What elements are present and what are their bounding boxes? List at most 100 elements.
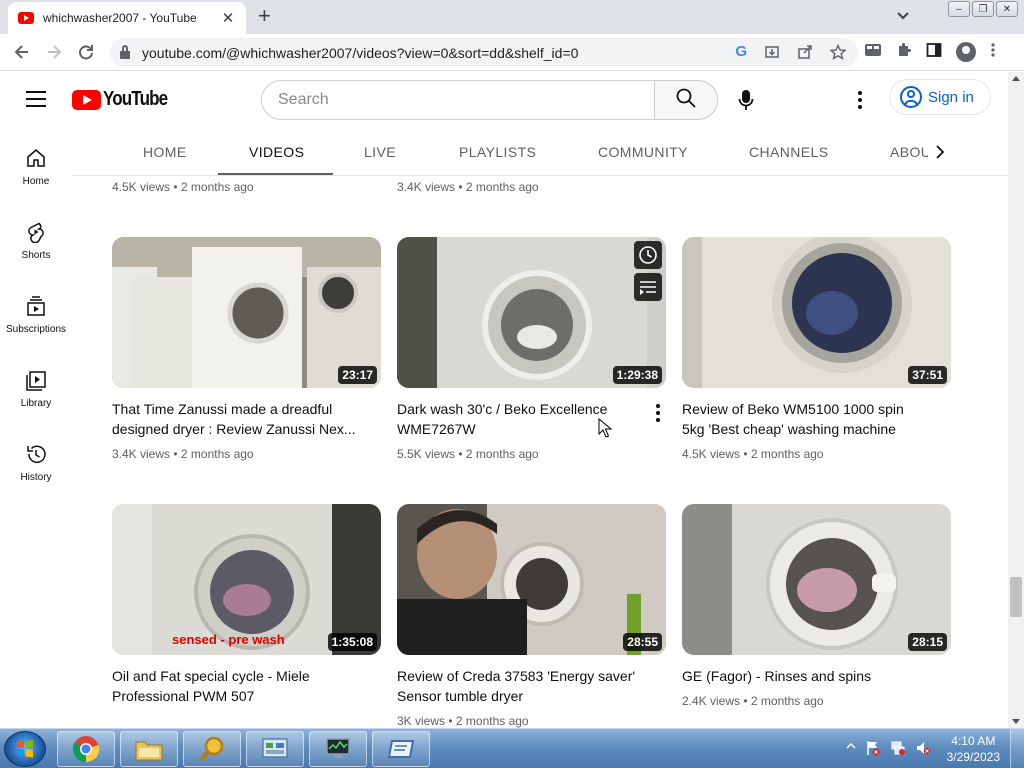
logo-text: YouTube bbox=[103, 88, 168, 110]
video-thumbnail[interactable]: 28:15 bbox=[682, 504, 951, 655]
video-grid: 4.5K views • 2 months ago 3.4K views • 2… bbox=[72, 176, 1008, 728]
search-button[interactable] bbox=[654, 80, 718, 120]
search-placeholder: Search bbox=[278, 91, 329, 108]
video-title[interactable]: Review of Creda 37583 'Energy saver' Sen… bbox=[397, 666, 642, 706]
video-duration: 1:35:08 bbox=[327, 633, 377, 651]
bookmark-star-icon[interactable] bbox=[829, 43, 847, 63]
mini-guide: Home Shorts Subscriptions Library Histor… bbox=[0, 128, 72, 728]
search-input[interactable]: Search bbox=[261, 80, 655, 120]
omnibox-actions: G bbox=[735, 43, 847, 63]
extensions-puzzle-icon[interactable] bbox=[896, 42, 912, 62]
show-hidden-icons-icon[interactable] bbox=[846, 740, 856, 759]
taskbar-explorer-button[interactable] bbox=[120, 731, 178, 767]
video-title[interactable]: That Time Zanussi made a dreadful design… bbox=[112, 399, 357, 439]
video-meta: 3.4K views • 2 months ago bbox=[397, 180, 539, 194]
tab-playlists[interactable]: PLAYLISTS bbox=[459, 128, 536, 175]
tab-community[interactable]: COMMUNITY bbox=[598, 128, 688, 175]
video-thumbnail[interactable]: 37:51 bbox=[682, 237, 951, 388]
guide-item-home[interactable]: Home bbox=[0, 128, 72, 198]
monitor-icon bbox=[326, 738, 350, 758]
video-thumbnail[interactable]: 1:29:38 bbox=[397, 237, 666, 388]
youtube-logo[interactable]: YouTube bbox=[72, 88, 179, 111]
video-duration: 28:15 bbox=[908, 633, 947, 651]
add-to-queue-icon[interactable] bbox=[634, 273, 662, 301]
install-app-icon[interactable] bbox=[764, 44, 780, 63]
video-thumbnail[interactable]: 23:17 bbox=[112, 237, 381, 388]
share-icon[interactable] bbox=[797, 44, 813, 63]
side-panel-icon[interactable] bbox=[926, 42, 942, 62]
video-thumbnail[interactable]: sensed - pre wash 1:35:08 bbox=[112, 504, 381, 655]
video-title[interactable]: GE (Fagor) - Rinses and spins bbox=[682, 666, 927, 686]
volume-muted-icon[interactable] bbox=[915, 740, 931, 759]
google-lens-icon[interactable]: G bbox=[735, 44, 747, 63]
video-thumbnail[interactable]: 28:55 bbox=[397, 504, 666, 655]
show-desktop-button[interactable] bbox=[1010, 729, 1024, 768]
restore-button[interactable]: ❐ bbox=[972, 1, 994, 17]
chevron-right-icon[interactable] bbox=[928, 140, 952, 164]
guide-label: Shorts bbox=[21, 250, 51, 261]
back-arrow-icon[interactable] bbox=[12, 42, 32, 66]
start-button[interactable] bbox=[4, 731, 46, 767]
close-tab-icon[interactable]: ✕ bbox=[220, 9, 236, 27]
taskbar-chrome-button[interactable] bbox=[57, 731, 115, 767]
extension-area bbox=[864, 42, 996, 62]
guide-item-shorts[interactable]: Shorts bbox=[0, 202, 72, 272]
clock-time: 4:10 AM bbox=[951, 734, 996, 748]
taskbar-control-panel-button[interactable] bbox=[246, 731, 304, 767]
video-meta: 3.4K views • 2 months ago bbox=[112, 447, 254, 461]
taskbar-remote-desktop-button[interactable] bbox=[372, 731, 430, 767]
windows-taskbar: 4:10 AM 3/29/2023 bbox=[0, 728, 1024, 768]
taskbar-search-button[interactable] bbox=[183, 731, 241, 767]
tab-search-chevron-icon[interactable] bbox=[896, 8, 910, 26]
address-bar[interactable]: youtube.com/@whichwasher2007/videos?view… bbox=[110, 38, 858, 67]
guide-menu-icon[interactable] bbox=[26, 91, 46, 107]
guide-item-history[interactable]: History bbox=[0, 424, 72, 494]
home-icon bbox=[24, 146, 48, 170]
video-title[interactable]: Oil and Fat special cycle - Miele Profes… bbox=[112, 666, 357, 706]
lock-icon[interactable] bbox=[120, 44, 130, 59]
browser-toolbar: youtube.com/@whichwasher2007/videos?view… bbox=[0, 34, 1024, 71]
guide-item-subscriptions[interactable]: Subscriptions bbox=[0, 276, 72, 346]
sign-in-label: Sign in bbox=[928, 88, 974, 106]
video-title[interactable]: Review of Beko WM5100 1000 spin 5kg 'Bes… bbox=[682, 399, 927, 439]
channel-tabs: HOME VIDEOS LIVE PLAYLISTS COMMUNITY CHA… bbox=[72, 128, 1008, 176]
tray-icons bbox=[846, 740, 931, 759]
close-window-button[interactable]: ✕ bbox=[996, 1, 1018, 17]
video-duration: 1:29:38 bbox=[612, 366, 662, 384]
guide-label: Subscriptions bbox=[5, 324, 67, 335]
settings-menu-icon[interactable] bbox=[850, 88, 870, 112]
video-duration: 23:17 bbox=[338, 366, 377, 384]
scroll-down-arrow-icon[interactable] bbox=[1012, 719, 1020, 724]
profile-avatar-icon[interactable] bbox=[956, 42, 976, 62]
sign-in-button[interactable]: Sign in bbox=[889, 79, 991, 115]
browser-tab[interactable]: whichwasher2007 - YouTube ✕ bbox=[8, 2, 246, 34]
scrollbar-thumb[interactable] bbox=[1010, 577, 1022, 617]
folder-icon bbox=[135, 741, 163, 761]
action-center-flag-icon[interactable] bbox=[865, 740, 881, 759]
forward-arrow-icon[interactable] bbox=[44, 42, 64, 66]
tab-title: whichwasher2007 - YouTube bbox=[43, 11, 197, 25]
video-meta: 4.5K views • 2 months ago bbox=[112, 180, 254, 194]
scroll-up-arrow-icon[interactable] bbox=[1012, 76, 1020, 81]
tab-live[interactable]: LIVE bbox=[364, 128, 396, 175]
taskbar-clock[interactable]: 4:10 AM 3/29/2023 bbox=[947, 733, 1000, 765]
video-action-menu-icon[interactable] bbox=[648, 401, 668, 425]
guide-item-library[interactable]: Library bbox=[0, 350, 72, 420]
browser-menu-icon[interactable] bbox=[990, 42, 996, 62]
youtube-favicon-icon bbox=[18, 12, 34, 24]
guide-label: Home bbox=[22, 176, 50, 187]
minimize-button[interactable]: – bbox=[948, 1, 970, 17]
taskbar-task-manager-button[interactable] bbox=[309, 731, 367, 767]
system-tray: 4:10 AM 3/29/2023 bbox=[846, 729, 1024, 768]
reload-icon[interactable] bbox=[76, 42, 96, 66]
tab-videos[interactable]: VIDEOS bbox=[249, 128, 304, 175]
tab-home[interactable]: HOME bbox=[143, 128, 187, 175]
media-router-icon[interactable] bbox=[864, 42, 882, 62]
voice-search-mic-icon[interactable] bbox=[734, 88, 758, 112]
network-icon[interactable] bbox=[890, 740, 906, 759]
clock-date: 3/29/2023 bbox=[946, 750, 1000, 764]
tab-channels[interactable]: CHANNELS bbox=[749, 128, 828, 175]
page-scrollbar[interactable] bbox=[1008, 72, 1024, 728]
watch-later-clock-icon[interactable] bbox=[634, 241, 662, 269]
new-tab-button[interactable]: + bbox=[258, 5, 271, 27]
